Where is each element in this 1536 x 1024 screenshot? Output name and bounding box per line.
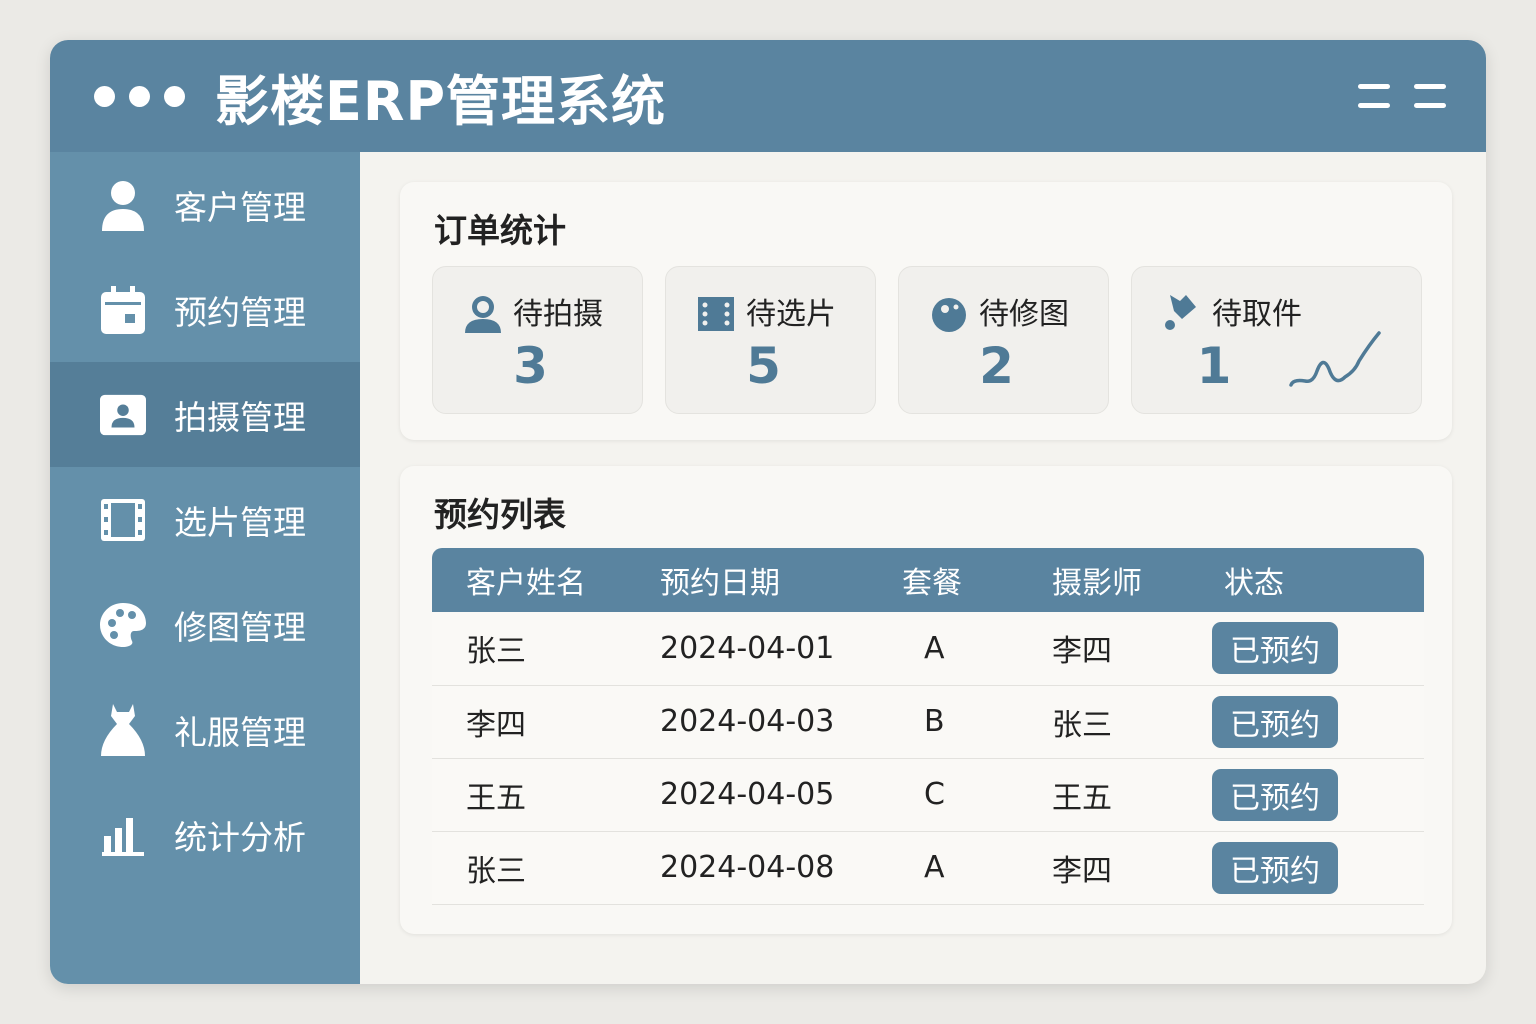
app-window: 影楼ERP管理系统 客户管理 预约管理 拍摄管理 选片管理 修图管理 礼服管理 … [50,40,1486,984]
sidebar-item-selection[interactable]: 选片管理 [50,467,360,572]
palette-icon [100,602,146,648]
stat-card-pending-pickup[interactable]: 待取件 1 [1131,266,1422,414]
table-header: 客户姓名 预约日期 套餐 摄影师 状态 [432,548,1424,612]
table-cell: A [862,831,1032,905]
table-cell: 李四 [1032,831,1212,905]
table-cell: 王五 [1032,758,1212,832]
pickup-icon [1165,295,1196,330]
stat-label: 待取件 [1212,297,1302,332]
sidebar-item-appointments[interactable]: 预约管理 [50,257,360,362]
table-cell: 2024-04-08 [632,831,862,905]
section-title: 预约列表 [434,495,566,534]
sidebar-item-label: 礼服管理 [174,712,306,752]
table-cell: 已预约 [1212,758,1424,832]
sidebar-item-gowns[interactable]: 礼服管理 [50,677,360,782]
menu-icon[interactable] [1414,82,1446,110]
column-header[interactable]: 摄影师 [1032,548,1212,612]
status-badge[interactable]: 已预约 [1212,695,1338,748]
sidebar-item-shooting[interactable]: 拍摄管理 [50,362,360,467]
table-cell: B [862,685,1032,759]
sidebar-item-statistics[interactable]: 统计分析 [50,782,360,887]
section-title: 订单统计 [434,211,566,250]
appointment-list-panel: 预约列表 客户姓名 预约日期 套餐 摄影师 状态 张三 2024-04-01 A 李四… [400,466,1452,934]
window-dot[interactable] [164,85,185,107]
stat-value: 1 [1196,337,1232,395]
stat-label: 待修图 [979,297,1069,332]
film-icon [698,297,734,331]
table-cell: 2024-04-05 [632,758,862,832]
appointments-table: 客户姓名 预约日期 套餐 摄影师 状态 张三 2024-04-01 A 李四 已预约 李四… [432,548,1424,905]
table-row[interactable]: 张三 2024-04-08 A 李四 已预约 [432,831,1424,905]
menu-icon[interactable] [1358,82,1390,110]
table-cell: 已预约 [1212,685,1424,759]
table-cell: 李四 [1032,612,1212,686]
stat-label: 待选片 [746,297,836,332]
status-badge[interactable]: 已预约 [1212,841,1338,894]
table-cell: 张三 [432,831,632,905]
window-dot[interactable] [94,85,115,107]
table-row[interactable]: 张三 2024-04-01 A 李四 已预约 [432,612,1424,686]
stat-card-pending-shoot[interactable]: 待拍摄 3 [432,266,643,414]
column-header[interactable]: 预约日期 [632,548,862,612]
table-cell: 2024-04-03 [632,685,862,759]
column-header[interactable]: 套餐 [862,548,1032,612]
sidebar-item-label: 统计分析 [174,817,306,857]
stat-value: 5 [746,337,781,395]
window-dot[interactable] [129,85,150,107]
sparkline-icon [1289,331,1381,387]
column-header[interactable]: 状态 [1212,548,1424,612]
table-row[interactable]: 王五 2024-04-05 C 王五 已预约 [432,758,1424,832]
order-stats-panel: 订单统计 待拍摄 3 待选片 5 待修图 2 待取件 1 [400,182,1452,440]
portrait-icon [100,392,146,438]
stat-card-pending-selection[interactable]: 待选片 5 [665,266,876,414]
status-badge[interactable]: 已预约 [1212,768,1338,821]
stat-value: 3 [513,337,548,395]
sidebar-item-label: 拍摄管理 [174,397,306,437]
window-controls [94,85,185,107]
title-bar: 影楼ERP管理系统 [50,40,1486,152]
sidebar-item-label: 客户管理 [174,187,306,227]
table-cell: A [862,612,1032,686]
dress-icon [100,703,146,756]
table-cell: 李四 [432,685,632,759]
person-icon [465,296,501,333]
app-title: 影楼ERP管理系统 [215,69,667,133]
stat-card-pending-retouch[interactable]: 待修图 2 [898,266,1109,414]
sidebar-item-label: 修图管理 [174,607,306,647]
table-cell: 已预约 [1212,831,1424,905]
calendar-icon [100,285,146,334]
table-cell: 2024-04-01 [632,612,862,686]
stat-value: 2 [979,337,1014,395]
bar-chart-icon [100,812,146,858]
sidebar-item-customers[interactable]: 客户管理 [50,152,360,257]
table-cell: 已预约 [1212,612,1424,686]
user-icon [100,180,146,231]
sidebar-item-label: 预约管理 [174,292,306,332]
main-content: 订单统计 待拍摄 3 待选片 5 待修图 2 待取件 1 预约列表 客户姓名 预… [360,152,1486,984]
table-row[interactable]: 李四 2024-04-03 B 张三 已预约 [432,685,1424,759]
table-cell: 张三 [432,612,632,686]
status-badge[interactable]: 已预约 [1212,622,1338,675]
stat-label: 待拍摄 [513,297,603,332]
table-cell: 王五 [432,758,632,832]
column-header[interactable]: 客户姓名 [432,548,632,612]
palette-icon [932,298,966,332]
sidebar-item-label: 选片管理 [174,502,306,542]
table-cell: 张三 [1032,685,1212,759]
film-icon [100,497,146,543]
sidebar: 客户管理 预约管理 拍摄管理 选片管理 修图管理 礼服管理 统计分析 [50,152,360,984]
sidebar-item-retouch[interactable]: 修图管理 [50,572,360,677]
table-cell: C [862,758,1032,832]
